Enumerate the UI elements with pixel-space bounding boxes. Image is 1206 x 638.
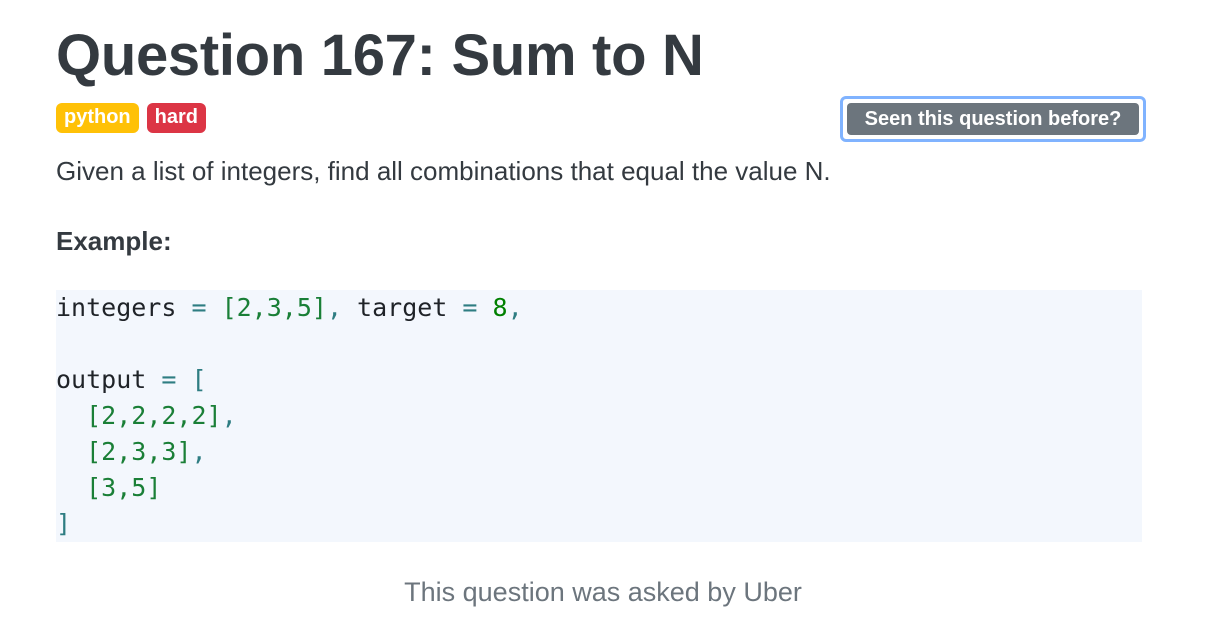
seen-question-before-button[interactable]: Seen this question before?	[847, 103, 1139, 135]
code-token: ,	[326, 293, 358, 322]
page-title: Question 167: Sum to N	[56, 23, 704, 88]
example-code-block: integers = [2,3,5], target = 8, output = …	[56, 290, 1142, 542]
code-line-6: [3,5]	[56, 470, 1142, 506]
tag-hard-badge: hard	[146, 103, 206, 133]
code-token: output	[56, 365, 147, 394]
code-token: 8	[492, 293, 508, 322]
code-token: [	[191, 365, 207, 394]
question-description: Given a list of integers, find all combi…	[56, 156, 831, 186]
code-line-4: [2,2,2,2],	[56, 398, 1142, 434]
code-token: integers	[56, 293, 177, 322]
tag-python-badge: python	[56, 103, 139, 133]
asked-by-company: This question was asked by Uber	[404, 577, 802, 607]
code-token: ,	[221, 401, 237, 430]
tag-list: python hard	[56, 103, 206, 133]
code-token: ]	[56, 509, 72, 538]
code-token: =	[146, 365, 192, 394]
code-token: [2,3,5]	[221, 293, 327, 322]
seen-button-focus-ring: Seen this question before?	[840, 96, 1146, 142]
code-line-5: [2,3,3],	[56, 434, 1142, 470]
example-heading: Example:	[56, 226, 172, 256]
code-token: [3,5]	[86, 473, 162, 502]
code-token: =	[176, 293, 222, 322]
code-line-3: output = [	[56, 362, 1142, 398]
code-line-1: integers = [2,3,5], target = 8,	[56, 290, 1142, 326]
code-token: [2,3,3]	[86, 437, 192, 466]
code-token: [2,2,2,2]	[86, 401, 222, 430]
code-token: =	[447, 293, 493, 322]
code-token: ,	[507, 293, 523, 322]
code-token: ,	[191, 437, 207, 466]
code-token: target	[357, 293, 448, 322]
code-line-7: ]	[56, 506, 1142, 542]
